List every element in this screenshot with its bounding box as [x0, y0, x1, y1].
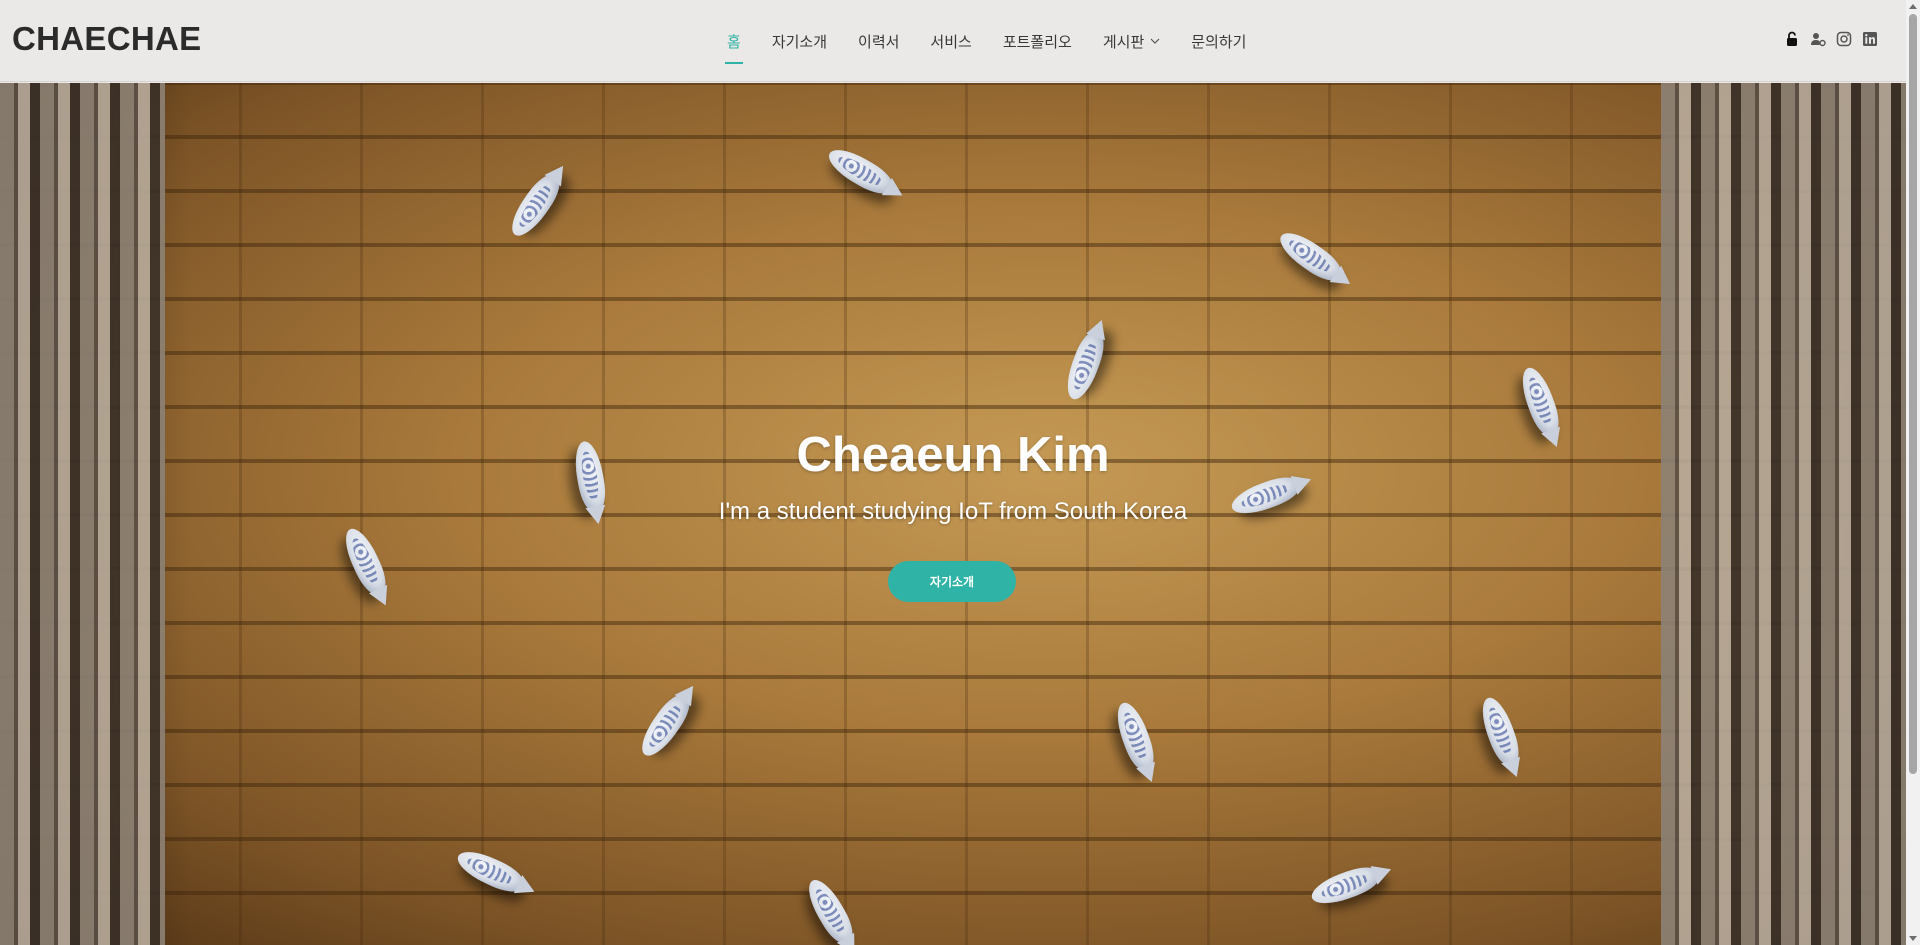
site-logo[interactable]: CHAECHAE — [12, 20, 201, 58]
page: CHAECHAE 홈 자기소개 이력서 서비스 포트폴리오 게시판 문의하기 C… — [0, 0, 1920, 945]
nav-item-label: 홈 — [727, 32, 741, 51]
nav-item-services[interactable]: 서비스 — [930, 23, 971, 60]
hero-subtitle: I'm a student studying IoT from South Ko… — [718, 498, 1188, 525]
hero-section: Cheaeun Kim I'm a student studying IoT f… — [0, 83, 1906, 945]
header-icons — [1784, 31, 1878, 47]
nav-item-label: 이력서 — [858, 32, 900, 51]
main-nav: 홈 자기소개 이력서 서비스 포트폴리오 게시판 문의하기 — [725, 0, 1277, 82]
chevron-down-icon — [1150, 38, 1160, 44]
nav-item-label: 게시판 — [1102, 32, 1145, 51]
scroll-up-arrow-icon[interactable] — [1909, 4, 1917, 9]
nav-item-label: 문의하기 — [1191, 32, 1247, 51]
scrollbar-thumb[interactable] — [1909, 14, 1917, 774]
scroll-down-arrow-icon[interactable] — [1909, 936, 1917, 941]
nav-item-about[interactable]: 자기소개 — [772, 23, 827, 60]
linkedin-icon[interactable] — [1862, 31, 1878, 47]
instagram-icon[interactable] — [1836, 31, 1852, 47]
nav-item-label: 자기소개 — [771, 32, 828, 51]
site-header: CHAECHAE 홈 자기소개 이력서 서비스 포트폴리오 게시판 문의하기 — [0, 0, 1906, 82]
nav-item-label: 포트폴리오 — [1002, 32, 1072, 51]
nav-item-contact[interactable]: 문의하기 — [1191, 23, 1246, 60]
user-settings-icon[interactable] — [1810, 31, 1826, 47]
about-me-button[interactable]: 자기소개 — [888, 561, 1016, 602]
nav-item-resume[interactable]: 이력서 — [858, 23, 899, 60]
page-scrollbar[interactable] — [1906, 0, 1920, 945]
nav-item-label: 서비스 — [930, 32, 972, 51]
lock-icon[interactable] — [1784, 31, 1800, 47]
hero-title: Cheaeun Kim — [796, 428, 1110, 482]
nav-item-home[interactable]: 홈 — [725, 23, 743, 64]
nav-item-board[interactable]: 게시판 — [1103, 23, 1160, 60]
nav-item-portfolio[interactable]: 포트폴리오 — [1003, 23, 1072, 60]
hero-content: Cheaeun Kim I'm a student studying IoT f… — [0, 83, 1906, 945]
